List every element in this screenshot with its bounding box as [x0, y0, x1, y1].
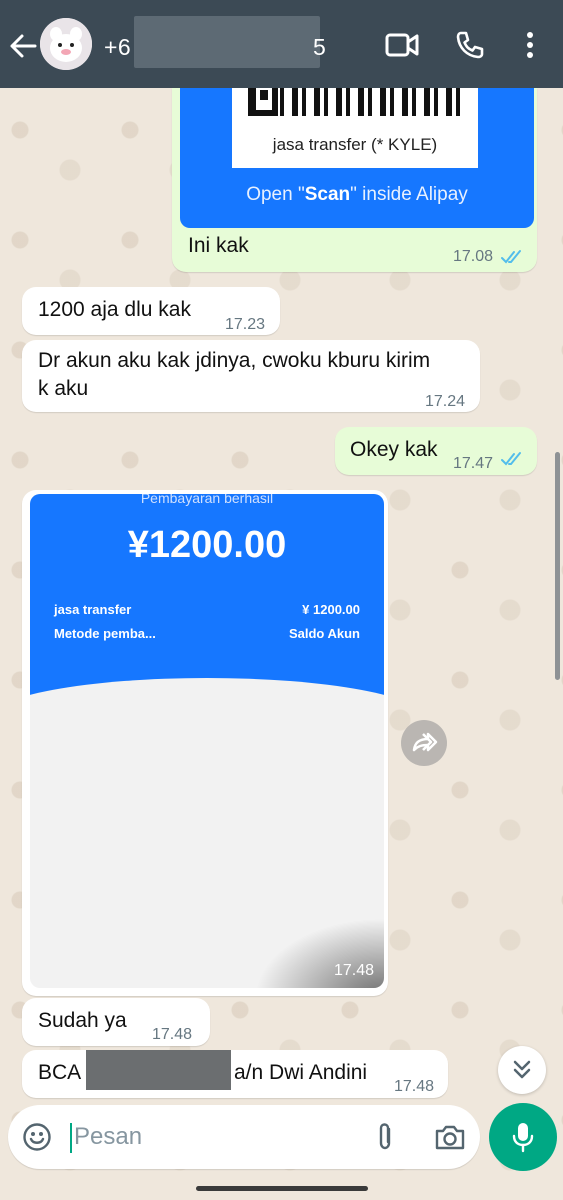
- incoming-message[interactable]: Dr akun aku kak jdinya, cwoku kburu kiri…: [22, 340, 480, 412]
- message-text: 1200 aja dlu kak: [38, 298, 191, 321]
- scan-word: Scan: [304, 184, 351, 205]
- scroll-to-bottom-button[interactable]: [498, 1046, 546, 1094]
- redacted-contact-number: [134, 16, 320, 68]
- avatar-image: [40, 18, 92, 70]
- video-call-icon[interactable]: [385, 32, 419, 58]
- attach-icon[interactable]: [372, 1121, 398, 1153]
- contact-avatar[interactable]: [40, 18, 92, 70]
- message-input-bar: Pesan: [8, 1105, 480, 1169]
- receipt-header: Pembayaran berhasil ¥1200.00 jasa transf…: [30, 494, 384, 708]
- qr-finder-mark: [250, 88, 278, 116]
- alipay-qr-image[interactable]: jasa transfer (* KYLE) Open "Scan" insid…: [180, 88, 534, 228]
- back-arrow-icon[interactable]: [8, 32, 38, 60]
- forward-button[interactable]: [401, 720, 447, 766]
- incoming-message[interactable]: 1200 aja dlu kak 17.23: [22, 287, 280, 335]
- mic-icon: [512, 1123, 534, 1153]
- message-time: 17.47: [453, 455, 494, 472]
- message-time: 17.48: [394, 1078, 435, 1095]
- message-text-suffix: a/n Dwi Andini: [234, 1061, 368, 1084]
- message-time: 17.48: [152, 1026, 193, 1043]
- emoji-icon[interactable]: [22, 1122, 52, 1152]
- voice-message-button[interactable]: [489, 1103, 557, 1171]
- message-text: Ini kak: [188, 234, 249, 257]
- qr-caption: jasa transfer (* KYLE): [272, 135, 438, 154]
- message-input[interactable]: Pesan: [74, 1123, 142, 1151]
- forward-icon: [412, 732, 438, 752]
- more-vert-icon[interactable]: [520, 30, 540, 60]
- message-time: 17.48: [333, 962, 374, 979]
- text-cursor: [70, 1123, 72, 1153]
- payment-receipt-image[interactable]: Pembayaran berhasil ¥1200.00 jasa transf…: [30, 494, 384, 988]
- qr-code-pattern: [248, 88, 464, 116]
- chat-header: +6 5: [0, 0, 563, 88]
- redacted-account-number: [86, 1050, 231, 1090]
- camera-icon[interactable]: [434, 1123, 466, 1151]
- merchant-name: jasa transfer: [54, 602, 132, 617]
- scan-suffix: " inside Alipay: [350, 184, 468, 205]
- message-time: 17.08: [453, 248, 494, 265]
- incoming-message[interactable]: Sudah ya 17.48: [22, 998, 210, 1046]
- phone-icon[interactable]: [455, 30, 485, 60]
- payment-method-value: Saldo Akun: [288, 626, 360, 641]
- message-text-line1: Dr akun aku kak jdinya, cwoku kburu kiri…: [38, 349, 431, 372]
- outgoing-message[interactable]: Okey kak 17.47: [335, 427, 537, 475]
- chevron-double-down-icon: [513, 1060, 531, 1079]
- incoming-image-message[interactable]: Pembayaran berhasil ¥1200.00 jasa transf…: [22, 490, 388, 996]
- message-time: 17.24: [425, 393, 466, 410]
- qr-scan-instruction: Open "Scan" inside Alipay: [180, 184, 534, 206]
- double-check-icon: [501, 452, 521, 466]
- scan-prefix: Open ": [246, 184, 305, 205]
- payment-status: Pembayaran berhasil: [140, 494, 274, 506]
- outgoing-image-message[interactable]: jasa transfer (* KYLE) Open "Scan" insid…: [172, 88, 537, 272]
- message-text-prefix: BCA: [38, 1061, 82, 1084]
- receipt-curve: [30, 678, 384, 758]
- double-check-icon: [501, 250, 521, 264]
- message-text-line2: k aku: [38, 377, 89, 400]
- message-text: Okey kak: [350, 438, 438, 461]
- qr-code-area: jasa transfer (* KYLE): [232, 88, 478, 168]
- home-indicator[interactable]: [196, 1186, 368, 1191]
- payment-method-label: Metode pemba...: [54, 626, 156, 641]
- scrollbar[interactable]: [555, 452, 560, 680]
- incoming-message[interactable]: BCA a/n Dwi Andini 17.48: [22, 1050, 448, 1098]
- message-time: 17.23: [225, 316, 266, 333]
- payment-amount: ¥1200.00: [127, 524, 287, 566]
- contact-name[interactable]: +6: [104, 34, 131, 61]
- message-text: Sudah ya: [38, 1009, 127, 1032]
- merchant-amount: ¥ 1200.00: [302, 602, 360, 617]
- contact-name-suffix: 5: [313, 34, 326, 60]
